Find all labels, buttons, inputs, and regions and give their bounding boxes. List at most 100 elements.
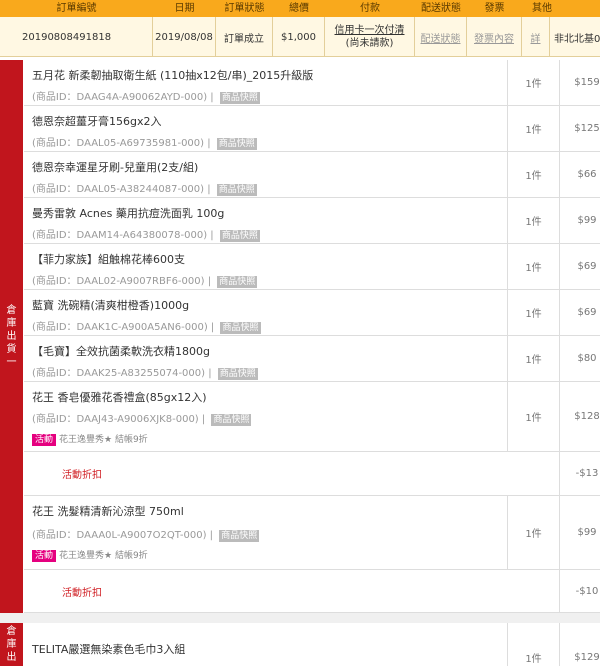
warehouse-label-1: 倉 庫 出 貨 一 (0, 60, 23, 613)
promo-row: 活動 花王逸豐秀★ 結帳9折 (32, 548, 148, 562)
col-order-number: 訂單編號 (56, 3, 97, 14)
warehouse-char: 庫 (6, 639, 17, 650)
product-name[interactable]: 【毛寶】全效抗菌柔軟洗衣精1800g (32, 343, 210, 359)
order-item: TELITA嚴選無染素色毛巾3入組 1件 $129 (24, 623, 600, 666)
snapshot-button[interactable]: 商品快照 (219, 530, 260, 542)
item-price: $69 (559, 244, 600, 289)
product-id-row: (商品ID：DAAG4A-A90062AYD-000) | 商品快照 (32, 92, 260, 104)
order-table-header: 訂單編號 日期 訂單狀態 總價 付款 配送狀態 發票 其他 (0, 0, 600, 17)
discount-label: 活動折扣 (62, 587, 102, 599)
snapshot-button[interactable]: 商品快照 (217, 368, 258, 380)
item-qty: 1件 (507, 106, 559, 151)
col-invoice: 發票 (484, 3, 505, 14)
promo-text[interactable]: 花王逸豐秀★ 結帳9折 (59, 435, 148, 445)
payment-method-link[interactable]: 信用卡一次付清 (335, 24, 405, 37)
product-id: (商品ID：DAAK25-A83255074-000) (32, 368, 206, 379)
order-item: 花王 香皂優雅花香禮盒(85gx12入) (商品ID：DAAJ43-A9006X… (24, 382, 600, 452)
item-qty: 1件 (507, 152, 559, 197)
item-price: $69 (559, 290, 600, 335)
order-item: 五月花 新柔韌抽取衛生紙 (110抽x12包/串)_2015升級版 (商品ID：… (24, 60, 600, 106)
discount-amount: -$13 (559, 452, 600, 495)
item-qty: 1件 (507, 198, 559, 243)
promo-tag: 活動 (32, 550, 57, 562)
discount-row: 活動折扣 -$10 (24, 570, 600, 613)
snapshot-button[interactable]: 商品快照 (216, 138, 257, 150)
col-status: 訂單狀態 (224, 3, 265, 14)
discount-amount: -$10 (559, 570, 600, 612)
product-name[interactable]: 德恩奈幸運星牙刷-兒童用(2支/組) (32, 159, 198, 175)
order-item: 花王 洗髮精清新沁涼型 750ml (商品ID：DAAA0L-A9007O2QT… (24, 496, 600, 570)
order-item: 藍寶 洗碗精(清爽柑橙香)1000g (商品ID：DAAK1C-A900A5AN… (24, 290, 600, 336)
item-qty: 1件 (507, 382, 559, 451)
promo-row: 活動 花王逸豐秀★ 結帳9折 (32, 432, 148, 446)
order-item: 德恩奈超薑牙膏156gx2入 (商品ID：DAAL05-A69735981-00… (24, 106, 600, 152)
product-id: (商品ID：DAAL02-A9007RBF6-000) (32, 276, 205, 287)
item-qty: 1件 (507, 336, 559, 381)
payment-status: (尚未請款) (345, 38, 394, 49)
product-name[interactable]: 曼秀雷敦 Acnes 藥用抗痘洗面乳 100g (32, 205, 224, 221)
warehouse-char: 貨 (6, 344, 17, 355)
discount-row: 活動折扣 -$13 (24, 452, 600, 496)
item-price: $128 (559, 382, 600, 451)
col-total: 總價 (289, 3, 309, 14)
product-id: (商品ID：DAAL05-A38244087-000) (32, 184, 205, 195)
product-id-row: (商品ID：DAAL05-A69735981-000) | 商品快照 (32, 138, 257, 150)
product-id-row: (商品ID：DAAA0L-A9007O2QT-000) | 商品快照 (32, 530, 260, 542)
promo-text[interactable]: 花王逸豐秀★ 結帳9折 (59, 551, 148, 561)
item-qty: 1件 (507, 623, 559, 666)
product-name[interactable]: 花王 洗髮精清新沁涼型 750ml (32, 503, 184, 519)
promo-tag: 活動 (32, 434, 57, 446)
item-qty: 1件 (507, 496, 559, 569)
product-id: (商品ID：DAAM14-A64380078-000) (32, 230, 208, 241)
product-id-row: (商品ID：DAAJ43-A9006XJK8-000) | 商品快照 (32, 414, 252, 426)
product-id: (商品ID：DAAA0L-A9007O2QT-000) (32, 530, 207, 541)
payment-cell: 信用卡一次付清 (尚未請款) (325, 17, 415, 57)
snapshot-button[interactable]: 商品快照 (219, 92, 260, 104)
product-id: (商品ID：DAAG4A-A90062AYD-000) (32, 92, 208, 103)
product-id-row: (商品ID：DAAL05-A38244087-000) | 商品快照 (32, 184, 257, 196)
detail-link[interactable]: 詳 (522, 17, 550, 57)
item-price: $66 (559, 152, 600, 197)
order-item: 曼秀雷敦 Acnes 藥用抗痘洗面乳 100g (商品ID：DAAM14-A64… (24, 198, 600, 244)
product-name[interactable]: 五月花 新柔韌抽取衛生紙 (110抽x12包/串)_2015升級版 (32, 67, 313, 83)
product-id-row: (商品ID：DAAM14-A64380078-000) | 商品快照 (32, 230, 260, 242)
order-date: 2019/08/08 (153, 17, 216, 57)
item-price: $125 (559, 106, 600, 151)
product-id-row: (商品ID：DAAK25-A83255074-000) | 商品快照 (32, 368, 258, 380)
item-price: $129 (559, 623, 600, 666)
delivery-status-link[interactable]: 配送狀態 (415, 17, 467, 57)
product-name[interactable]: 花王 香皂優雅花香禮盒(85gx12入) (32, 389, 207, 405)
warehouse-char: 出 (6, 652, 17, 663)
order-item: 【毛寶】全效抗菌柔軟洗衣精1800g (商品ID：DAAK25-A8325507… (24, 336, 600, 382)
item-price: $99 (559, 198, 600, 243)
order-item: 德恩奈幸運星牙刷-兒童用(2支/組) (商品ID：DAAL05-A3824408… (24, 152, 600, 198)
warehouse-char: 庫 (6, 318, 17, 329)
order-total: $1,000 (273, 17, 325, 57)
col-date: 日期 (174, 3, 195, 14)
warehouse-label-2: 倉 庫 出 (0, 623, 23, 666)
order-number: 20190808491818 (0, 17, 153, 57)
snapshot-button[interactable]: 商品快照 (217, 276, 258, 288)
snapshot-button[interactable]: 商品快照 (220, 322, 261, 334)
product-id: (商品ID：DAAK1C-A900A5AN6-000) (32, 322, 208, 333)
product-id-row: (商品ID：DAAK1C-A900A5AN6-000) | 商品快照 (32, 322, 261, 334)
product-name[interactable]: TELITA嚴選無染素色毛巾3入組 (32, 641, 185, 657)
order-status: 訂單成立 (216, 17, 273, 57)
product-name[interactable]: 德恩奈超薑牙膏156gx2入 (32, 113, 162, 129)
col-payment: 付款 (360, 3, 380, 14)
invoice-link[interactable]: 發票內容 (467, 17, 522, 57)
warehouse-char: 倉 (6, 626, 17, 637)
product-name[interactable]: 【菲力家族】組触棉花棒600支 (32, 251, 185, 267)
warehouse-char: 一 (6, 357, 17, 368)
order-summary-row: 20190808491818 2019/08/08 訂單成立 $1,000 信用… (0, 17, 600, 57)
warehouse-separator (0, 613, 600, 623)
product-name[interactable]: 藍寶 洗碗精(清爽柑橙香)1000g (32, 297, 189, 313)
item-price: $99 (559, 496, 600, 569)
warehouse-char: 出 (6, 331, 17, 342)
product-id: (商品ID：DAAJ43-A9006XJK8-000) (32, 414, 199, 425)
snapshot-button[interactable]: 商品快照 (216, 184, 257, 196)
snapshot-button[interactable]: 商品快照 (219, 230, 260, 242)
col-other: 其他 (532, 3, 552, 14)
item-qty: 1件 (507, 290, 559, 335)
snapshot-button[interactable]: 商品快照 (211, 414, 252, 426)
